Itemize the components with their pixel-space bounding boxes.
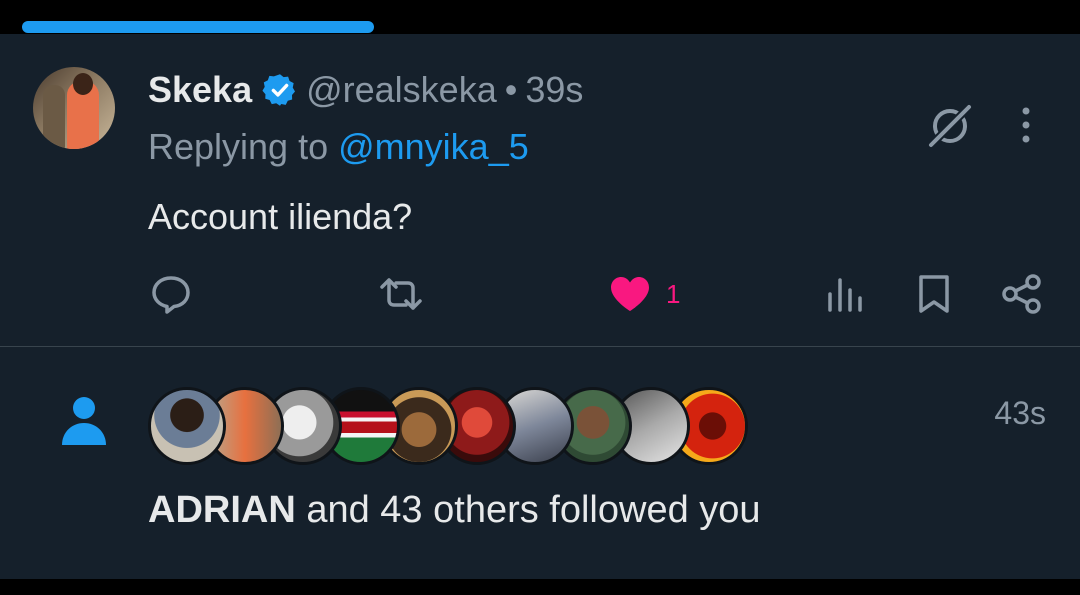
reply-button[interactable] bbox=[150, 274, 192, 314]
tweet-timestamp[interactable]: 39s bbox=[525, 69, 583, 111]
notification-text: ADRIAN and 43 others followed you bbox=[148, 489, 761, 532]
views-button[interactable] bbox=[826, 274, 864, 314]
tweet-card[interactable]: Skeka @realskeka • 39s Replying to @mnyi… bbox=[0, 34, 1080, 347]
follower-avatar[interactable] bbox=[148, 387, 226, 465]
like-count: 1 bbox=[666, 278, 681, 309]
avatar-figure-head bbox=[73, 73, 93, 95]
follow-notification[interactable]: 43s ADRIAN and 43 others followed you bbox=[0, 347, 1080, 579]
notification-message: and 43 others followed you bbox=[295, 489, 761, 531]
tweet-text: Account ilienda? bbox=[148, 196, 413, 237]
replying-to-handle[interactable]: @mnyika_5 bbox=[338, 126, 529, 167]
retweet-icon bbox=[378, 274, 424, 314]
tweet-header: Skeka @realskeka • 39s bbox=[148, 69, 583, 111]
header-separator: • bbox=[504, 69, 518, 110]
author-display-name[interactable]: Skeka bbox=[148, 69, 252, 111]
author-avatar[interactable] bbox=[33, 67, 115, 149]
follower-name[interactable]: ADRIAN bbox=[148, 489, 296, 531]
retweet-button[interactable] bbox=[378, 274, 424, 314]
author-handle[interactable]: @realskeka bbox=[306, 69, 497, 111]
avatar-figure bbox=[43, 85, 65, 149]
verified-badge-icon bbox=[262, 72, 298, 108]
bookmark-icon bbox=[916, 273, 952, 315]
app: Skeka @realskeka • 39s Replying to @mnyi… bbox=[0, 0, 1080, 595]
replying-to-line: Replying to @mnyika_5 bbox=[148, 126, 529, 168]
more-vertical-icon[interactable] bbox=[1010, 106, 1042, 144]
heart-filled-icon bbox=[608, 274, 652, 314]
grok-icon[interactable] bbox=[926, 102, 974, 150]
top-strip bbox=[0, 0, 1080, 34]
reply-icon bbox=[150, 274, 192, 314]
loading-progress-bar bbox=[22, 21, 374, 33]
views-icon bbox=[826, 274, 864, 314]
like-button[interactable]: 1 bbox=[608, 274, 680, 314]
replying-to-label: Replying to bbox=[148, 126, 329, 167]
share-icon bbox=[1000, 273, 1044, 315]
person-icon bbox=[60, 395, 108, 447]
bottom-strip bbox=[0, 579, 1080, 595]
share-button[interactable] bbox=[1000, 274, 1044, 314]
notification-timestamp: 43s bbox=[994, 395, 1046, 431]
bookmark-button[interactable] bbox=[916, 274, 952, 314]
